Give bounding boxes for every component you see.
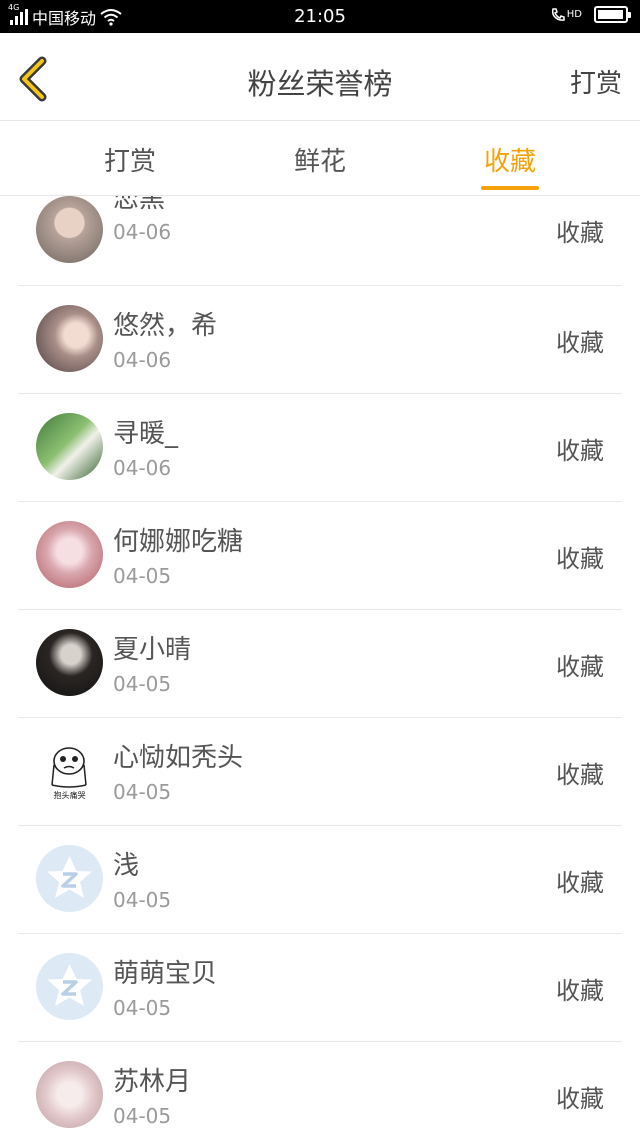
fan-action: 收藏	[556, 869, 604, 897]
list-item[interactable]: 苏林月 04-05 收藏	[18, 1042, 622, 1138]
fan-name: 苏林月	[113, 1067, 192, 1097]
list-item[interactable]: 何娜娜吃糖 04-05 收藏	[18, 502, 622, 610]
clock: 21:05	[294, 6, 346, 27]
status-bar: 4G 中国移动 21:05 HD	[0, 0, 640, 33]
fan-date: 04-05	[113, 888, 172, 912]
fan-action: 收藏	[556, 437, 604, 465]
fan-action: 收藏	[556, 977, 604, 1005]
fan-name: 萌萌宝贝	[113, 959, 218, 989]
battery-fill	[598, 10, 623, 19]
list-item[interactable]: 浅 04-05 收藏	[18, 826, 622, 934]
avatar[interactable]	[36, 305, 103, 372]
page-title: 粉丝荣誉榜	[247, 67, 393, 101]
avatar[interactable]	[36, 629, 103, 696]
fan-action: 收藏	[556, 761, 604, 789]
fan-action: 收藏	[556, 653, 604, 681]
status-right: HD	[550, 6, 631, 23]
fan-name: 悠然，希	[113, 311, 218, 341]
avatar[interactable]	[36, 953, 103, 1020]
active-tab-indicator	[481, 186, 539, 190]
fan-action: 收藏	[556, 1085, 604, 1113]
tab-favorites[interactable]: 收藏	[450, 141, 570, 178]
avatar[interactable]	[36, 845, 103, 912]
fan-action: 收藏	[556, 329, 604, 357]
fan-date: 04-06	[113, 220, 172, 244]
fan-name: 何娜娜吃糖	[113, 527, 244, 557]
tab-flowers[interactable]: 鲜花	[260, 141, 380, 178]
avatar[interactable]	[36, 196, 103, 263]
fan-date: 04-05	[113, 1104, 172, 1128]
fan-list[interactable]: 恋黑 04-06 收藏 悠然，希 04-06 收藏 寻暖_ 04-06 收藏 何…	[0, 196, 640, 1138]
fan-date: 04-06	[113, 456, 172, 480]
meme-caption: 抱头痛哭	[53, 791, 86, 800]
list-item[interactable]: 悠然，希 04-06 收藏	[18, 286, 622, 394]
fan-action: 收藏	[556, 219, 604, 247]
avatar[interactable]	[36, 521, 103, 588]
list-item[interactable]: 抱头痛哭 心恸如秃头 04-05 收藏	[18, 718, 622, 826]
default-avatar-star-icon	[47, 856, 92, 898]
list-item[interactable]: 夏小晴 04-05 收藏	[18, 610, 622, 718]
fan-date: 04-05	[113, 996, 172, 1020]
tab-bar: 打赏 鲜花 收藏	[0, 121, 640, 196]
avatar[interactable]: 抱头痛哭	[36, 737, 103, 804]
fan-name: 恋黑	[113, 196, 166, 214]
hd-call-icon: HD	[550, 7, 582, 23]
default-avatar-star-icon	[47, 964, 92, 1006]
list-item[interactable]: 寻暖_ 04-06 收藏	[18, 394, 622, 502]
fan-action: 收藏	[556, 545, 604, 573]
avatar[interactable]	[36, 1061, 103, 1128]
fan-name: 浅	[113, 851, 140, 881]
fan-name: 心恸如秃头	[113, 743, 244, 773]
fan-date: 04-06	[113, 348, 172, 372]
avatar[interactable]	[36, 413, 103, 480]
fan-date: 04-05	[113, 780, 172, 804]
fan-date: 04-05	[113, 672, 172, 696]
header: 粉丝荣誉榜 打赏	[0, 33, 640, 121]
list-item[interactable]: 萌萌宝贝 04-05 收藏	[18, 934, 622, 1042]
battery-icon	[594, 6, 631, 23]
list-item[interactable]: 恋黑 04-06 收藏	[18, 196, 622, 286]
reward-button[interactable]: 打赏	[570, 63, 622, 100]
fan-date: 04-05	[113, 564, 172, 588]
tab-reward[interactable]: 打赏	[70, 141, 190, 178]
hd-badge: HD	[566, 9, 582, 20]
fan-name: 寻暖_	[113, 419, 179, 449]
fan-name: 夏小晴	[113, 635, 192, 665]
